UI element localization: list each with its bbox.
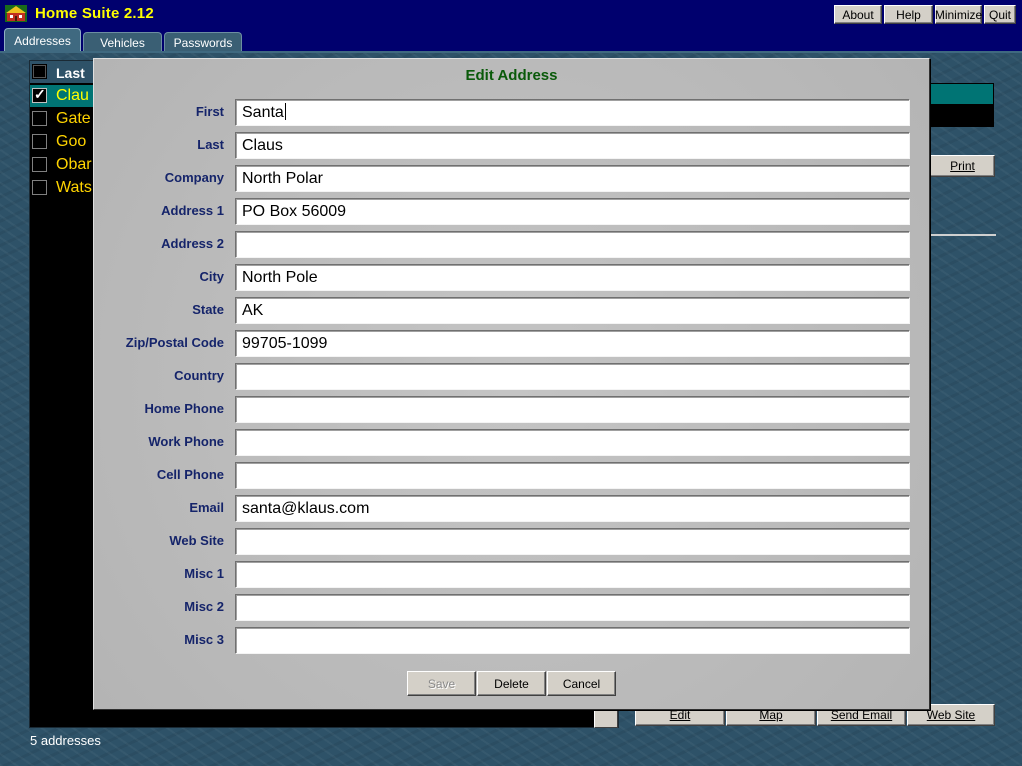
last-name-input[interactable]: Claus bbox=[235, 132, 910, 159]
tab-passwords[interactable]: Passwords bbox=[164, 32, 242, 52]
field-label-country: Country bbox=[174, 368, 224, 383]
row-checkbox[interactable] bbox=[32, 111, 47, 126]
list-item[interactable]: Clau bbox=[56, 85, 89, 107]
field-label-home-phone: Home Phone bbox=[144, 401, 224, 416]
field-label-misc-2: Misc 2 bbox=[184, 599, 224, 614]
field-label-state: State bbox=[192, 302, 224, 317]
state-input[interactable]: AK bbox=[235, 297, 910, 324]
field-label-zip: Zip/Postal Code bbox=[125, 335, 224, 350]
field-label-cell-phone: Cell Phone bbox=[156, 467, 224, 482]
address-2-input[interactable] bbox=[235, 231, 910, 258]
save-button[interactable]: Save bbox=[407, 671, 476, 696]
text-cursor bbox=[284, 103, 286, 120]
cancel-button[interactable]: Cancel bbox=[547, 671, 616, 696]
misc-3-input[interactable] bbox=[235, 627, 910, 654]
column-header-last[interactable]: Last bbox=[56, 65, 85, 81]
company-input[interactable]: North Polar bbox=[235, 165, 910, 192]
list-item[interactable]: Gate bbox=[56, 108, 91, 130]
row-checkbox[interactable] bbox=[32, 180, 47, 195]
select-all-checkbox[interactable] bbox=[32, 64, 47, 79]
minimize-button[interactable]: Minimize bbox=[935, 5, 982, 24]
status-count: 5 addresses bbox=[30, 733, 101, 748]
row-checkbox[interactable] bbox=[32, 134, 47, 149]
city-input[interactable]: North Pole bbox=[235, 264, 910, 291]
field-label-last: Last bbox=[197, 137, 224, 152]
home-icon bbox=[5, 5, 27, 22]
first-name-value: Santa bbox=[242, 104, 284, 121]
edit-address-dialog: Edit Address First Santa Last Claus Comp… bbox=[93, 58, 930, 710]
email-input[interactable]: santa@klaus.com bbox=[235, 495, 910, 522]
work-phone-input[interactable] bbox=[235, 429, 910, 456]
tab-strip: Addresses Vehicles Passwords bbox=[0, 28, 1022, 52]
about-button[interactable]: About bbox=[834, 5, 882, 24]
row-checkbox[interactable] bbox=[32, 86, 47, 103]
field-label-work-phone: Work Phone bbox=[148, 434, 224, 449]
help-button[interactable]: Help bbox=[884, 5, 933, 24]
misc-1-input[interactable] bbox=[235, 561, 910, 588]
field-label-city: City bbox=[199, 269, 224, 284]
tab-vehicles[interactable]: Vehicles bbox=[83, 32, 162, 52]
detail-row bbox=[930, 105, 994, 127]
home-phone-input[interactable] bbox=[235, 396, 910, 423]
cell-phone-input[interactable] bbox=[235, 462, 910, 489]
field-label-address-2: Address 2 bbox=[161, 236, 224, 251]
tab-divider bbox=[0, 51, 1022, 53]
app-title: Home Suite 2.12 bbox=[35, 5, 154, 22]
misc-2-input[interactable] bbox=[235, 594, 910, 621]
divider bbox=[930, 234, 996, 236]
scrollbar-corner[interactable] bbox=[594, 708, 618, 728]
address-1-input[interactable]: PO Box 56009 bbox=[235, 198, 910, 225]
list-item[interactable]: Goo bbox=[56, 131, 86, 153]
list-item[interactable]: Obar bbox=[56, 154, 92, 176]
list-item[interactable]: Wats bbox=[56, 177, 92, 199]
row-checkbox[interactable] bbox=[32, 157, 47, 172]
tab-addresses[interactable]: Addresses bbox=[4, 28, 81, 52]
dialog-title: Edit Address bbox=[465, 67, 558, 84]
web-site-input[interactable] bbox=[235, 528, 910, 555]
field-label-web-site: Web Site bbox=[169, 533, 224, 548]
zip-input[interactable]: 99705-1099 bbox=[235, 330, 910, 357]
quit-button[interactable]: Quit bbox=[984, 5, 1016, 24]
title-bar: Home Suite 2.12 About Help Minimize Quit bbox=[0, 0, 1022, 28]
field-label-email: Email bbox=[189, 500, 224, 515]
country-input[interactable] bbox=[235, 363, 910, 390]
field-label-misc-1: Misc 1 bbox=[184, 566, 224, 581]
first-name-input[interactable]: Santa bbox=[235, 99, 910, 126]
field-label-address-1: Address 1 bbox=[161, 203, 224, 218]
detail-highlight bbox=[930, 83, 994, 105]
delete-button[interactable]: Delete bbox=[477, 671, 546, 696]
field-label-company: Company bbox=[164, 170, 224, 185]
print-button[interactable]: Print bbox=[930, 155, 995, 177]
field-label-first: First bbox=[195, 104, 224, 119]
field-label-misc-3: Misc 3 bbox=[184, 632, 224, 647]
